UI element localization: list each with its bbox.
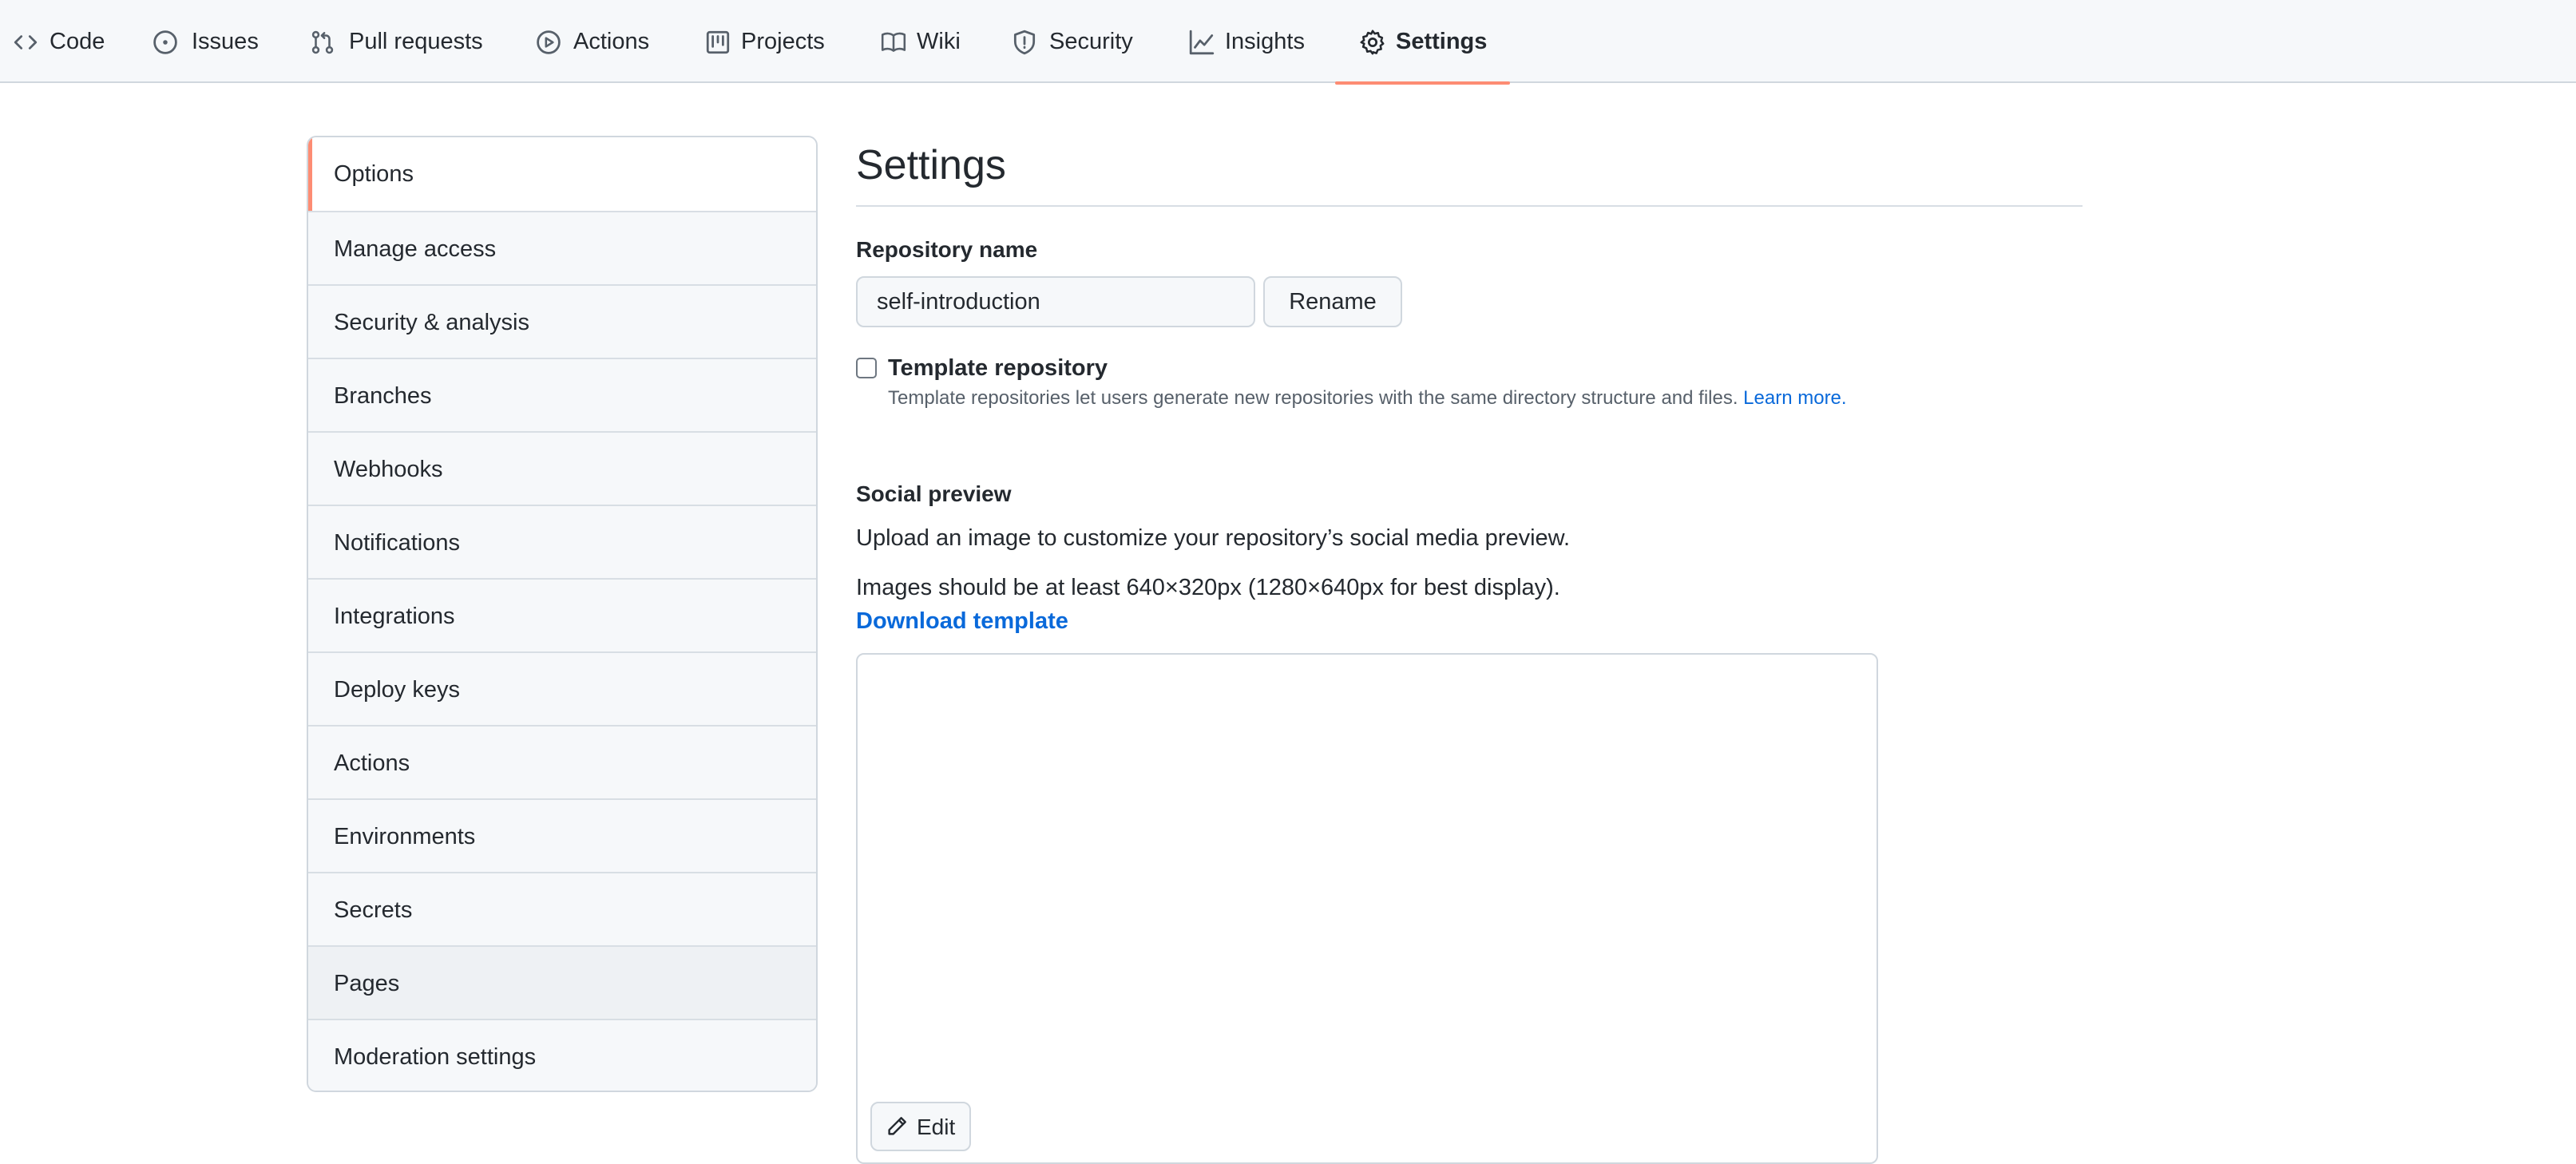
learn-more-link[interactable]: Learn more.	[1743, 387, 1846, 409]
sidebar-item-label: Moderation settings	[334, 1044, 537, 1070]
sidebar-item-security-analysis[interactable]: Security & analysis	[308, 284, 816, 358]
tab-projects-label: Projects	[741, 29, 825, 54]
template-repository-description: Template repositories let users generate…	[888, 385, 1847, 412]
sidebar-item-notifications[interactable]: Notifications	[308, 505, 816, 578]
shield-icon	[1011, 29, 1038, 56]
sidebar-item-moderation-settings[interactable]: Moderation settings	[308, 1019, 816, 1091]
sidebar-item-actions[interactable]: Actions	[308, 725, 816, 798]
tab-security-label: Security	[1049, 29, 1133, 54]
page-title: Settings	[856, 142, 1006, 188]
sidebar-item-label: Environments	[334, 824, 476, 849]
code-icon	[12, 29, 39, 56]
pencil-icon	[885, 1115, 909, 1138]
sidebar-item-label: Manage access	[334, 236, 497, 262]
rename-button[interactable]: Rename	[1263, 276, 1402, 327]
template-repository-checkbox[interactable]	[856, 358, 877, 378]
sidebar-item-webhooks[interactable]: Webhooks	[308, 431, 816, 505]
sidebar-item-pages[interactable]: Pages	[308, 945, 816, 1019]
tab-insights[interactable]: Insights	[1187, 0, 1322, 83]
tab-wiki-label: Wiki	[917, 29, 961, 54]
git-pull-request-icon	[309, 29, 336, 56]
repo-nav-bar: Code Issues Pull requests Actions Projec…	[0, 0, 2576, 85]
tab-settings-label: Settings	[1396, 29, 1488, 54]
graph-icon	[1188, 29, 1215, 56]
sidebar-item-secrets[interactable]: Secrets	[308, 872, 816, 945]
tab-code[interactable]: Code	[0, 0, 120, 83]
sidebar-item-label: Integrations	[334, 604, 455, 629]
download-template-link[interactable]: Download template	[856, 605, 1068, 637]
sidebar-item-label: Branches	[334, 383, 432, 409]
edit-button[interactable]: Edit	[870, 1102, 971, 1151]
social-preview-description: Upload an image to customize your reposi…	[856, 525, 1571, 551]
edit-button-label: Edit	[917, 1115, 956, 1139]
sidebar-item-options[interactable]: Options	[308, 137, 816, 211]
sidebar-item-manage-access[interactable]: Manage access	[308, 211, 816, 284]
play-icon	[535, 29, 562, 56]
selected-item-indicator	[308, 137, 312, 211]
tab-wiki[interactable]: Wiki	[877, 0, 973, 83]
repository-name-label: Repository name	[856, 237, 1038, 262]
tab-insights-label: Insights	[1225, 29, 1305, 54]
selected-tab-underline	[1335, 81, 1510, 85]
sidebar-item-label: Webhooks	[334, 457, 443, 482]
social-preview-size-hint: Images should be at least 640×320px (128…	[856, 575, 1560, 600]
sidebar-item-branches[interactable]: Branches	[308, 358, 816, 431]
sidebar-item-deploy-keys[interactable]: Deploy keys	[308, 651, 816, 725]
tab-settings[interactable]: Settings	[1335, 0, 1510, 85]
sidebar-item-environments[interactable]: Environments	[308, 798, 816, 872]
tab-issues-label: Issues	[192, 29, 259, 54]
sidebar-item-label: Secrets	[334, 897, 413, 923]
sidebar-item-label: Security & analysis	[334, 310, 529, 335]
gear-icon	[1359, 29, 1386, 56]
social-preview-heading: Social preview	[856, 481, 1012, 506]
tab-actions[interactable]: Actions	[532, 0, 668, 83]
book-icon	[880, 29, 907, 56]
tab-pull-requests-label: Pull requests	[349, 29, 483, 54]
tab-pull-requests[interactable]: Pull requests	[306, 0, 497, 83]
settings-sidebar: Options Manage access Security & analysi…	[307, 136, 818, 1092]
tab-actions-label: Actions	[573, 29, 650, 54]
template-repository-label: Template repository	[888, 355, 1108, 381]
issue-opened-icon	[152, 29, 179, 56]
tab-issues[interactable]: Issues	[149, 0, 276, 83]
project-icon	[704, 29, 731, 56]
sidebar-item-label: Notifications	[334, 530, 460, 556]
social-preview-image-box: Edit	[856, 653, 1878, 1164]
sidebar-item-label: Deploy keys	[334, 677, 460, 703]
tab-code-label: Code	[50, 29, 105, 54]
repository-name-input[interactable]	[856, 276, 1255, 327]
template-description-text: Template repositories let users generate…	[888, 387, 1738, 409]
tab-projects[interactable]: Projects	[701, 0, 837, 83]
sidebar-item-label: Options	[334, 161, 414, 187]
tab-security[interactable]: Security	[1009, 0, 1145, 83]
sidebar-item-label: Pages	[334, 971, 400, 996]
title-divider	[856, 205, 2083, 207]
sidebar-item-integrations[interactable]: Integrations	[308, 578, 816, 651]
sidebar-item-label: Actions	[334, 750, 410, 776]
